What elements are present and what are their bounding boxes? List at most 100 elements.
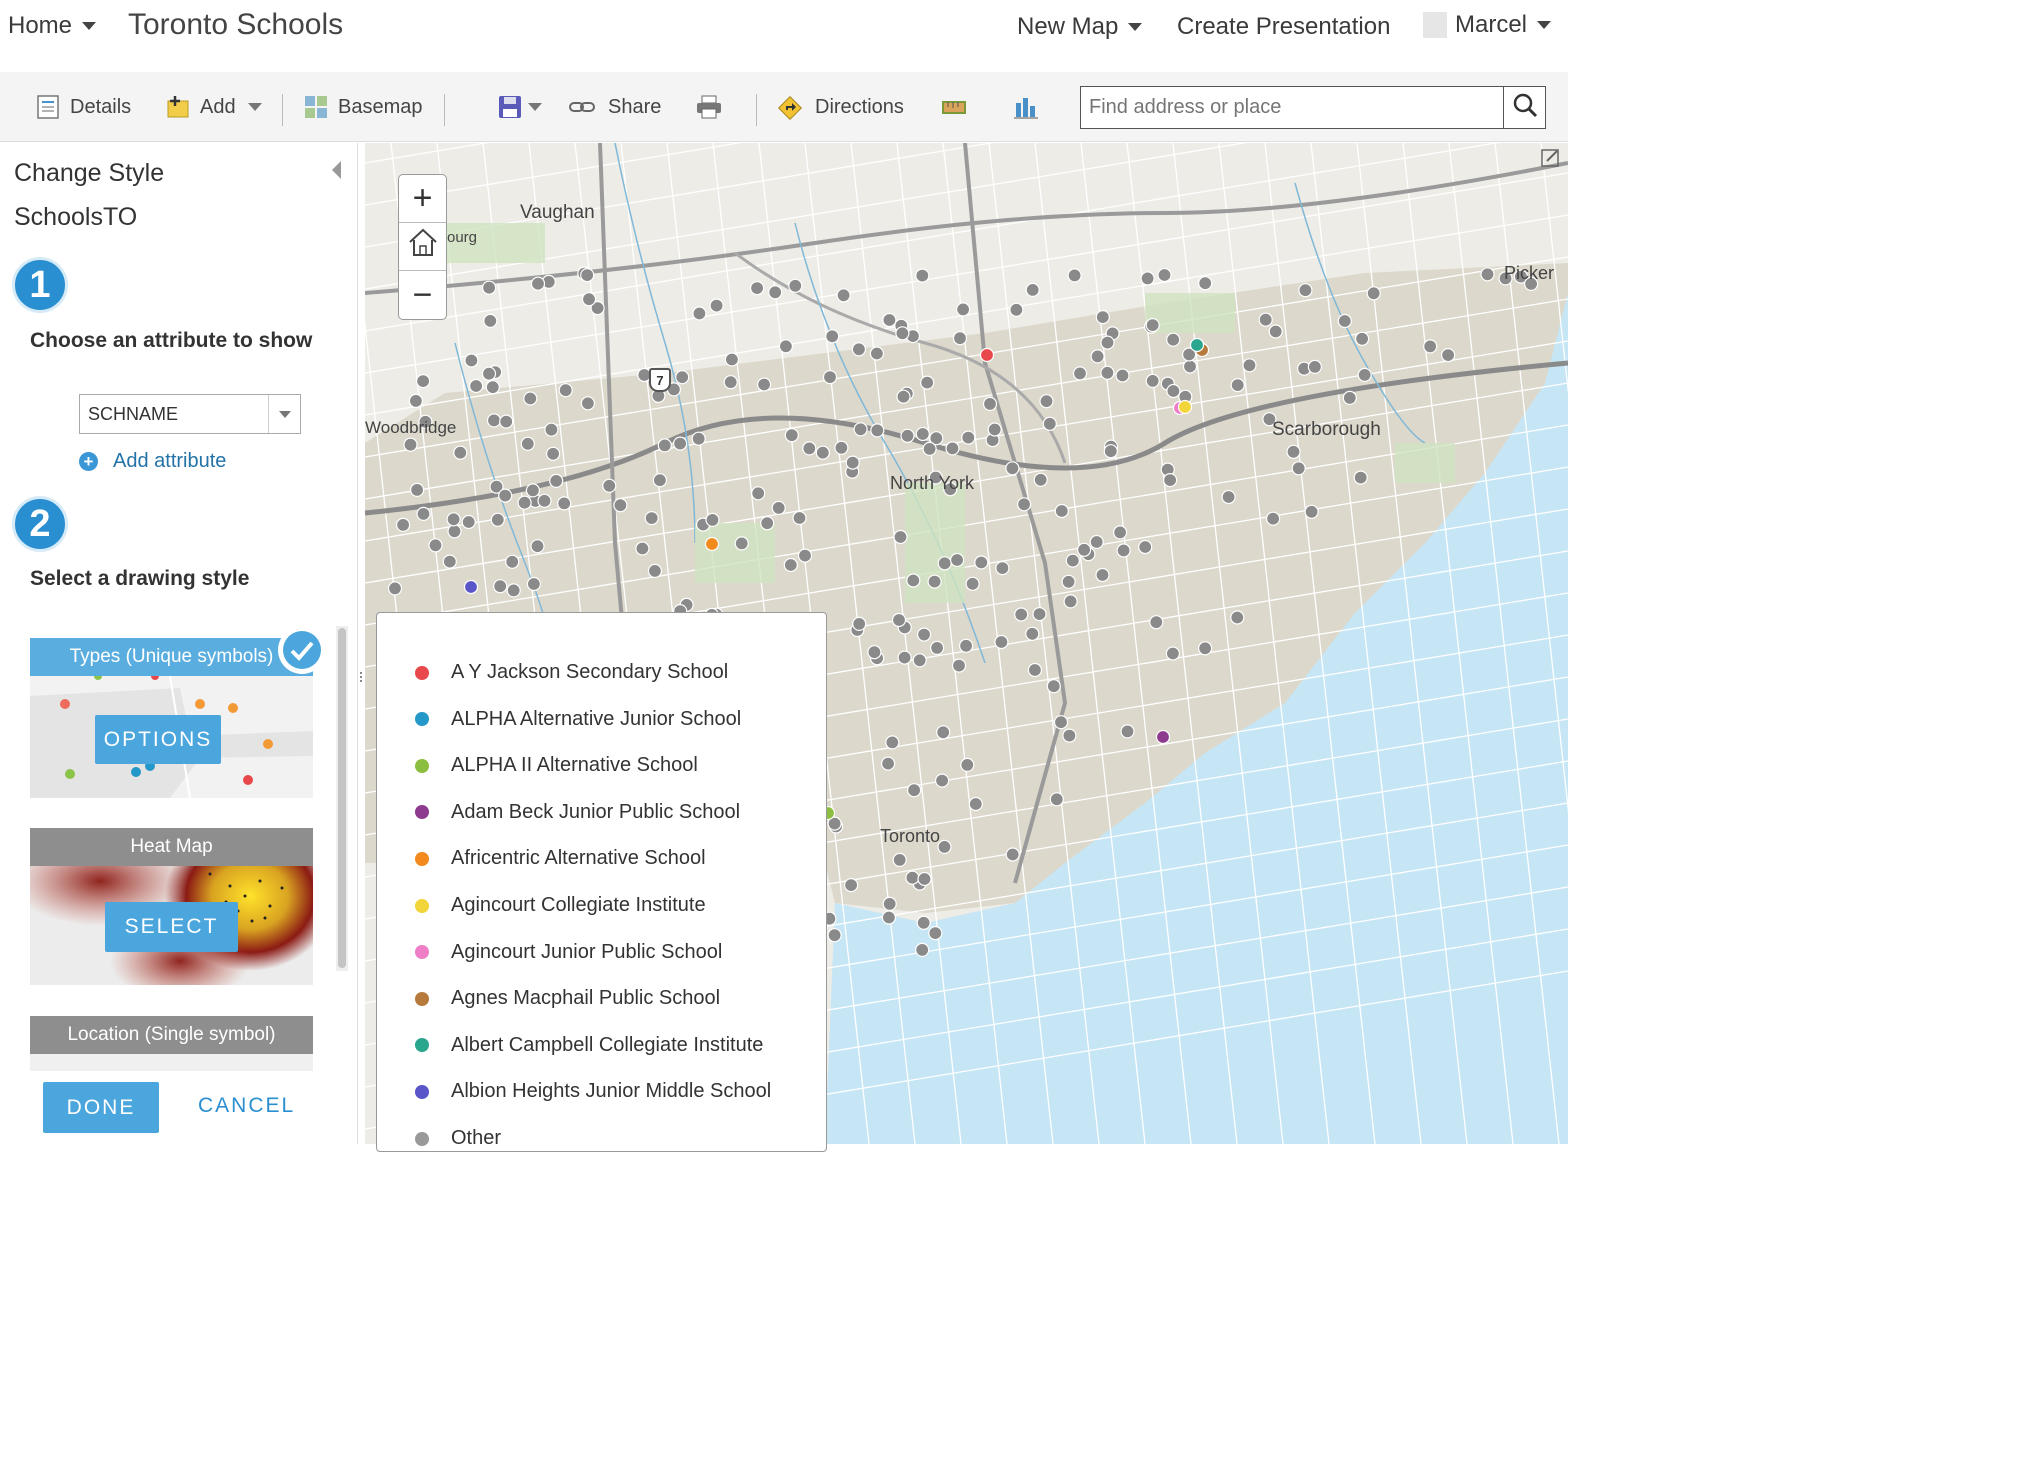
home-extent-button[interactable] — [399, 223, 446, 271]
search-button[interactable] — [1503, 87, 1545, 128]
school-point — [788, 278, 803, 293]
school-point — [428, 538, 443, 553]
school-point — [968, 796, 983, 812]
school-point — [784, 428, 799, 443]
school-point — [891, 612, 907, 628]
school-point — [481, 280, 497, 295]
bookmarks-button[interactable] — [1014, 90, 1048, 124]
add-attribute-link[interactable]: + Add attribute — [79, 450, 226, 473]
school-point — [757, 377, 772, 392]
school-point — [905, 870, 920, 885]
printer-icon — [696, 95, 721, 119]
new-map-menu[interactable]: New Map — [1017, 13, 1143, 41]
collapse-panel-icon[interactable] — [332, 161, 341, 179]
legend-item[interactable]: Adam Beck Junior Public School — [415, 801, 740, 824]
style-card-title: Types (Unique symbols) — [30, 638, 313, 676]
zoom-out-button[interactable]: − — [399, 271, 446, 319]
school-point — [927, 574, 942, 589]
school-point — [483, 313, 498, 328]
save-button[interactable] — [498, 90, 542, 124]
measure-button[interactable] — [942, 90, 976, 124]
details-button[interactable]: Details — [36, 90, 131, 124]
directions-button[interactable]: Directions — [777, 90, 904, 124]
school-point — [485, 380, 500, 395]
options-button[interactable]: OPTIONS — [95, 715, 221, 764]
school-point — [880, 756, 896, 771]
school-point — [1016, 497, 1032, 512]
school-point — [827, 928, 842, 943]
select-heatmap-button[interactable]: SELECT — [105, 902, 238, 952]
basemap-button[interactable]: Basemap — [304, 90, 423, 124]
school-point — [580, 396, 595, 411]
create-presentation-link[interactable]: Create Presentation — [1177, 13, 1390, 41]
school-point — [691, 431, 706, 446]
search-input[interactable] — [1081, 87, 1503, 128]
panel-resize-handle[interactable] — [359, 670, 363, 700]
school-point — [920, 375, 935, 390]
school-point — [549, 473, 564, 488]
legend-item[interactable]: Agnes Macphail Public School — [415, 987, 720, 1010]
legend-item[interactable]: Africentric Alternative School — [415, 847, 706, 870]
step-1-badge: 1 — [12, 257, 68, 313]
zoom-in-button[interactable]: + — [399, 175, 446, 223]
school-point — [783, 557, 798, 573]
style-card-location[interactable]: Location (Single symbol) — [30, 1016, 313, 1071]
school-point — [1027, 662, 1043, 678]
share-button[interactable]: Share — [568, 90, 661, 124]
user-name: Marcel — [1455, 11, 1528, 38]
school-point — [1166, 383, 1181, 399]
add-button[interactable]: Add — [166, 90, 262, 124]
legend-item[interactable]: Albert Campbell Collegiate Institute — [415, 1034, 763, 1057]
school-point — [506, 583, 521, 598]
school-point — [1268, 324, 1283, 339]
print-button[interactable] — [696, 90, 730, 124]
bookmark-chart-icon — [1014, 95, 1038, 119]
details-icon — [36, 95, 60, 119]
school-point — [915, 268, 930, 283]
school-point — [1440, 348, 1456, 363]
school-point — [1025, 626, 1040, 641]
legend-item[interactable]: ALPHA II Alternative School — [415, 754, 698, 777]
legend-item[interactable]: A Y Jackson Secondary School — [415, 661, 728, 684]
school-point — [1138, 539, 1153, 555]
school-point — [490, 512, 505, 527]
legend-symbol-dot — [415, 805, 429, 820]
school-point — [1014, 607, 1029, 622]
done-button[interactable]: DONE — [43, 1082, 159, 1133]
school-point — [453, 445, 468, 460]
attribute-select[interactable]: SCHNAME — [79, 394, 301, 434]
user-menu[interactable]: Marcel — [1423, 11, 1552, 39]
school-point — [896, 389, 911, 404]
share-label: Share — [608, 95, 662, 118]
school-point — [1157, 267, 1172, 283]
add-label: Add — [200, 95, 236, 118]
school-point — [1337, 313, 1352, 329]
school-point — [395, 517, 411, 532]
school-point — [723, 375, 738, 390]
school-point — [1423, 339, 1438, 354]
legend-symbol-dot — [415, 1131, 429, 1146]
school-point — [882, 312, 897, 328]
school-point — [951, 658, 967, 673]
legend-label: Albion Heights Junior Middle School — [451, 1080, 772, 1103]
style-card-types[interactable]: Types (Unique symbols) OPTIONS — [30, 638, 313, 798]
link-icon — [568, 95, 598, 119]
legend-item[interactable]: Other — [415, 1127, 501, 1150]
school-point — [1353, 470, 1368, 485]
legend-item[interactable]: Agincourt Junior Public School — [415, 941, 722, 964]
style-list-scrollbar[interactable] — [336, 626, 348, 971]
school-point — [1140, 271, 1155, 286]
school-point — [906, 573, 921, 588]
school-point — [1265, 511, 1281, 526]
legend-item[interactable]: ALPHA Alternative Junior School — [415, 708, 741, 731]
save-disk-icon — [498, 95, 522, 119]
legend-label: Africentric Alternative School — [451, 847, 706, 870]
place-label: Scarborough — [1272, 419, 1381, 440]
legend-item[interactable]: Agincourt Collegiate Institute — [415, 894, 706, 917]
school-point — [929, 640, 945, 655]
legend-item[interactable]: Albion Heights Junior Middle School — [415, 1080, 771, 1103]
style-card-heatmap[interactable]: Heat Map SELECT — [30, 828, 313, 985]
home-menu[interactable]: Home — [8, 12, 97, 40]
cancel-button[interactable]: CANCEL — [198, 1094, 295, 1118]
school-point — [493, 579, 508, 594]
